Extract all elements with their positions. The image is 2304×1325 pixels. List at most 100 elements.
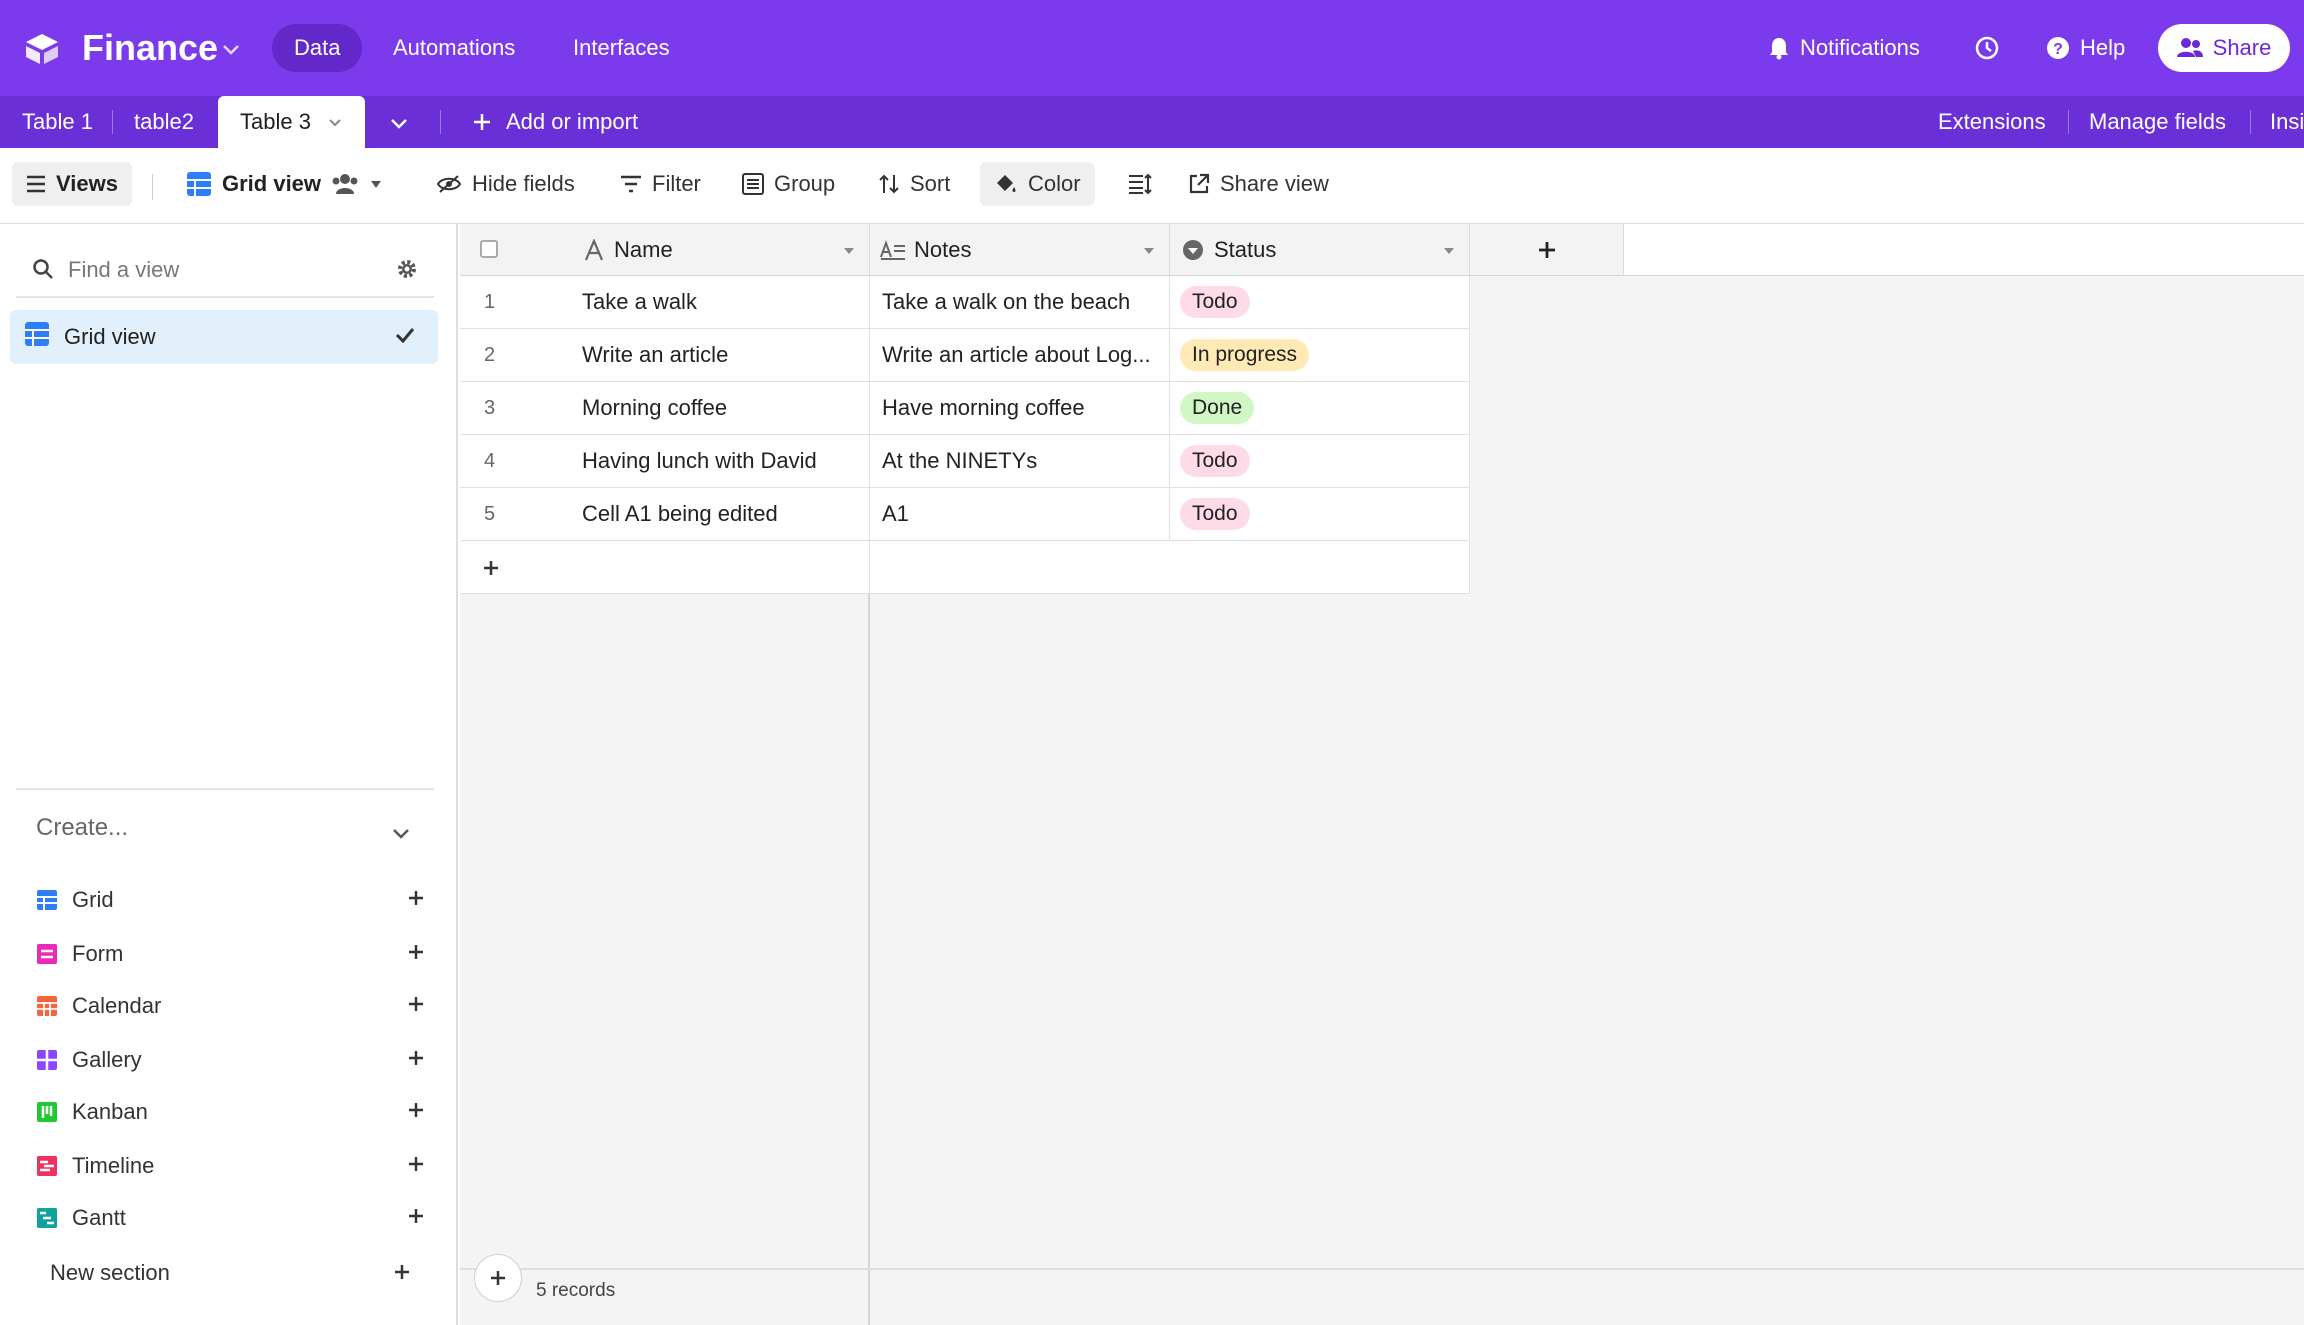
status-cell[interactable]: Todo xyxy=(1170,488,1470,541)
record-count: 5 records xyxy=(536,1280,616,1301)
bell-icon xyxy=(1770,38,1788,60)
status-cell[interactable]: Done xyxy=(1170,382,1470,435)
notes-cell[interactable]: A1 xyxy=(870,488,1170,541)
history-icon[interactable] xyxy=(1974,35,2000,61)
notifications-label: Notifications xyxy=(1800,35,1920,60)
table-row[interactable]: 2 Write an article xyxy=(460,329,870,382)
create-section-heading[interactable]: Create... xyxy=(36,814,128,842)
notes-cell[interactable]: Have morning coffee xyxy=(870,382,1170,435)
create-calendar-view[interactable]: Calendar xyxy=(36,984,436,1028)
views-button[interactable]: Views xyxy=(12,162,132,206)
name-cell[interactable]: Take a walk xyxy=(582,289,697,315)
notes-cell[interactable]: Take a walk on the beach xyxy=(870,276,1170,329)
table-row[interactable]: 1 Take a walk xyxy=(460,276,870,329)
table-row[interactable]: 4 Having lunch with David xyxy=(460,435,870,488)
hide-fields-button[interactable]: Hide fields xyxy=(426,162,585,206)
checkmark-icon xyxy=(395,328,415,344)
add-field-button[interactable] xyxy=(1470,224,1624,276)
find-view-row xyxy=(16,242,434,298)
new-section-button[interactable]: New section xyxy=(50,1260,170,1286)
tab-divider xyxy=(2068,110,2069,134)
current-view-button[interactable]: Grid view xyxy=(176,162,393,206)
name-cell[interactable]: Cell A1 being edited xyxy=(582,501,778,527)
chevron-down-icon[interactable] xyxy=(220,38,242,60)
plus-icon xyxy=(409,1209,423,1223)
status-cell[interactable]: Todo xyxy=(1170,435,1470,488)
notes-cell[interactable]: At the NINETYs xyxy=(870,435,1170,488)
manage-fields-button[interactable]: Manage fields xyxy=(2089,96,2226,148)
notifications-button[interactable]: Notifications xyxy=(1768,24,1920,72)
tab-table-1[interactable]: Table 1 xyxy=(0,96,115,148)
gear-icon[interactable] xyxy=(396,258,418,280)
insights-button[interactable]: Insi xyxy=(2270,96,2304,148)
sort-label: Sort xyxy=(910,171,951,196)
form-view-icon xyxy=(37,944,57,964)
create-item-label: Gallery xyxy=(72,1047,142,1072)
nav-interfaces[interactable]: Interfaces xyxy=(551,24,692,72)
external-link-icon xyxy=(1189,173,1210,194)
column-menu-caret-icon[interactable] xyxy=(1443,246,1455,256)
extensions-button[interactable]: Extensions xyxy=(1938,96,2046,148)
paint-bucket-icon xyxy=(997,175,1016,192)
sort-icon xyxy=(879,174,899,194)
column-header-status[interactable]: Status xyxy=(1214,237,1276,263)
column-header-name[interactable]: Name xyxy=(614,237,673,263)
nav-data[interactable]: Data xyxy=(272,24,363,72)
base-name[interactable]: Finance xyxy=(82,24,218,72)
table-row[interactable]: 5 Cell A1 being edited xyxy=(460,488,870,541)
notes-cell[interactable]: Write an article about Log... xyxy=(870,329,1170,382)
filter-button[interactable]: Filter xyxy=(610,162,711,206)
column-menu-caret-icon[interactable] xyxy=(843,246,855,256)
views-sidebar: Grid view Create... Grid Form xyxy=(0,224,458,1325)
help-button[interactable]: ? Help xyxy=(2046,24,2125,72)
share-view-button[interactable]: Share view xyxy=(1178,162,1339,206)
tables-menu-chevron-icon[interactable] xyxy=(388,112,410,134)
chevron-down-icon[interactable] xyxy=(327,114,343,130)
top-bar: Finance Data Automations Interfaces Noti… xyxy=(0,0,2304,96)
sidebar-divider xyxy=(16,788,434,790)
add-record-button[interactable] xyxy=(474,1254,522,1302)
add-or-import-button[interactable]: Add or import xyxy=(450,96,660,148)
svg-text:?: ? xyxy=(2053,41,2063,58)
name-cell[interactable]: Having lunch with David xyxy=(582,448,817,474)
name-cell[interactable]: Write an article xyxy=(582,342,728,368)
column-header-notes[interactable]: Notes xyxy=(914,237,971,263)
chevron-down-icon[interactable] xyxy=(390,822,412,844)
hide-fields-label: Hide fields xyxy=(472,171,575,196)
create-gallery-view[interactable]: Gallery xyxy=(36,1038,436,1082)
sidebar-item-grid-view[interactable]: Grid view xyxy=(10,310,438,364)
share-button[interactable]: Share xyxy=(2158,24,2290,72)
create-timeline-view[interactable]: Timeline xyxy=(36,1144,436,1188)
status-cell[interactable]: In progress xyxy=(1170,329,1470,382)
add-row-filler[interactable] xyxy=(870,541,1470,594)
share-view-label: Share view xyxy=(1220,171,1329,196)
plus-icon xyxy=(409,1051,423,1065)
notes-header: Notes xyxy=(870,224,1170,276)
create-grid-view[interactable]: Grid xyxy=(36,878,436,922)
select-all-checkbox[interactable] xyxy=(480,240,498,258)
plus-icon[interactable] xyxy=(392,1262,412,1282)
column-menu-caret-icon[interactable] xyxy=(1143,246,1155,256)
tab-table-3-label: Table 3 xyxy=(240,109,311,134)
sort-button[interactable]: Sort xyxy=(868,162,960,206)
views-label: Views xyxy=(56,171,118,196)
plus-icon xyxy=(409,1103,423,1117)
row-height-button[interactable] xyxy=(1118,162,1162,206)
create-gantt-view[interactable]: Gantt xyxy=(36,1196,436,1240)
table-row[interactable]: 3 Morning coffee xyxy=(460,382,870,435)
row-number: 2 xyxy=(484,343,496,366)
name-cell[interactable]: Morning coffee xyxy=(582,395,727,421)
create-form-view[interactable]: Form xyxy=(36,932,436,976)
color-button[interactable]: Color xyxy=(980,162,1095,206)
group-button[interactable]: Group xyxy=(732,162,845,206)
help-label: Help xyxy=(2080,35,2126,60)
status-cell[interactable]: Todo xyxy=(1170,276,1470,329)
find-view-input[interactable] xyxy=(68,250,368,290)
create-kanban-view[interactable]: Kanban xyxy=(36,1090,436,1134)
tab-divider xyxy=(2250,110,2251,134)
tab-table-3[interactable]: Table 3 xyxy=(218,96,365,148)
add-row-button[interactable] xyxy=(460,541,870,594)
tab-table2[interactable]: table2 xyxy=(112,96,216,148)
base-logo-icon[interactable] xyxy=(22,30,62,66)
nav-automations[interactable]: Automations xyxy=(371,24,537,72)
